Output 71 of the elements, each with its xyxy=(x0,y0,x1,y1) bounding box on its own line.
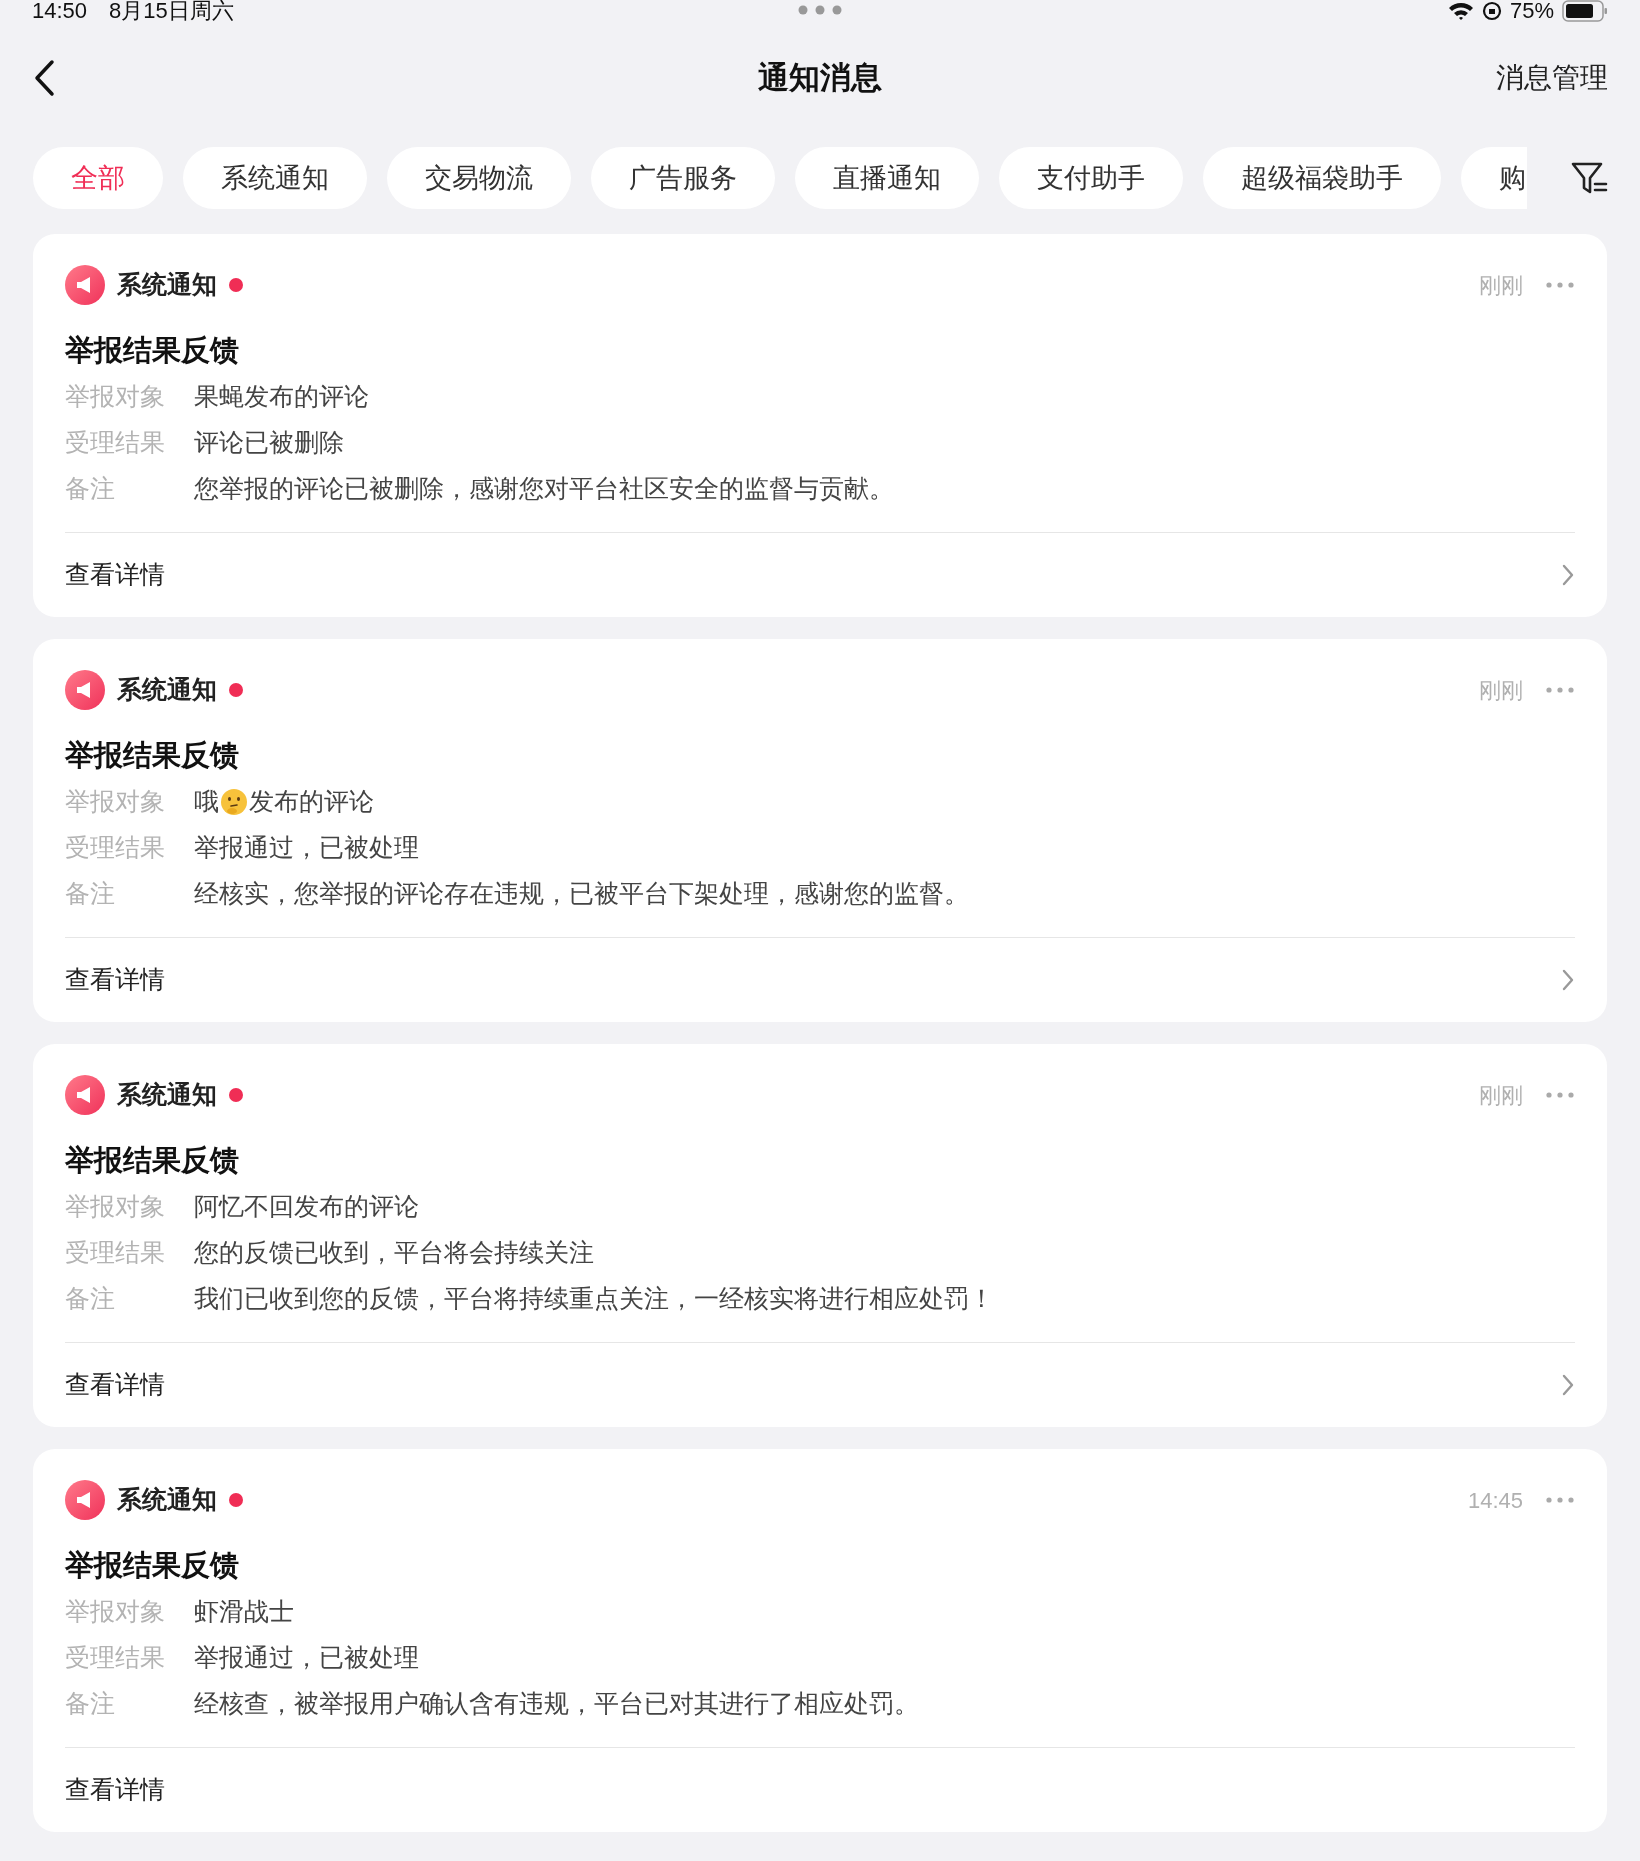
more-icon[interactable] xyxy=(1545,1496,1575,1504)
status-time: 14:50 xyxy=(32,0,88,22)
field-value: 果蝇发布的评论 xyxy=(194,381,369,413)
category-tab[interactable]: 购 xyxy=(1461,147,1527,209)
timestamp: 刚刚 xyxy=(1479,676,1523,705)
category-tab[interactable]: 广告服务 xyxy=(591,147,775,209)
field-value: 我们已收到您的反馈，平台将持续重点关注，一经核实将进行相应处罚！ xyxy=(194,1283,994,1315)
message-settings-link[interactable]: 消息管理 xyxy=(1496,57,1608,99)
view-details-link[interactable]: 查看详情 xyxy=(65,556,165,594)
source-label: 系统通知 xyxy=(117,269,217,301)
wifi-icon xyxy=(1447,1,1474,21)
notification-title: 举报结果反馈 xyxy=(65,738,240,773)
more-icon[interactable] xyxy=(1545,281,1575,289)
notification-card[interactable]: 系统通知 刚刚 举报结果反馈 举报对象 果蝇发布的评论 受理结果 评论已被删除 备注 您举报的评论已被删除，感谢您对平台社区安全的监督与贡献。 查看详情 xyxy=(33,234,1607,617)
megaphone-icon xyxy=(65,265,105,305)
rotation-lock-icon xyxy=(1481,1,1502,21)
status-date: 8月15日周六 xyxy=(109,0,234,22)
more-icon[interactable] xyxy=(1545,1091,1575,1099)
notification-card[interactable]: 系统通知 刚刚 举报结果反馈 举报对象 阿忆不回发布的评论 受理结果 您的反馈已收到，平台将会持续关注 备注 我们已收到您的反馈，平台将持续重点关注，一经核实将进行相应处罚！ 查看详情 xyxy=(33,1044,1607,1427)
category-tab[interactable]: 超级福袋助手 xyxy=(1203,147,1441,209)
view-details-link[interactable]: 查看详情 xyxy=(65,1366,165,1404)
field-value: 阿忆不回发布的评论 xyxy=(194,1191,419,1223)
field-value: 您举报的评论已被删除，感谢您对平台社区安全的监督与贡献。 xyxy=(194,473,894,505)
category-tab[interactable]: 交易物流 xyxy=(387,147,571,209)
timestamp: 14:45 xyxy=(1467,1486,1523,1515)
category-tab[interactable]: 支付助手 xyxy=(999,147,1183,209)
field-label: 举报对象 xyxy=(65,381,166,413)
field-label: 受理结果 xyxy=(65,427,166,459)
field-label: 受理结果 xyxy=(65,832,166,864)
field-value: 举报通过，已被处理 xyxy=(194,832,419,864)
field-value: 哦 发布的评论 xyxy=(194,786,374,818)
megaphone-icon xyxy=(65,1480,105,1520)
category-tab[interactable]: 系统通知 xyxy=(183,147,367,209)
field-label: 备注 xyxy=(65,878,116,910)
multitask-dots-icon[interactable] xyxy=(798,5,842,15)
category-tab[interactable]: 直播通知 xyxy=(795,147,979,209)
field-label: 举报对象 xyxy=(65,1596,166,1628)
field-label: 备注 xyxy=(65,1688,116,1720)
view-details-link[interactable]: 查看详情 xyxy=(65,1771,165,1809)
field-label: 受理结果 xyxy=(65,1642,166,1674)
field-label: 举报对象 xyxy=(65,786,166,818)
thinking-face-icon xyxy=(220,788,248,816)
notification-title: 举报结果反馈 xyxy=(65,1548,240,1583)
battery-icon xyxy=(1562,0,1608,22)
source-label: 系统通知 xyxy=(117,674,217,706)
megaphone-icon xyxy=(65,1075,105,1115)
field-label: 受理结果 xyxy=(65,1237,166,1269)
timestamp: 刚刚 xyxy=(1479,1081,1523,1110)
megaphone-icon xyxy=(65,670,105,710)
field-value: 评论已被删除 xyxy=(194,427,344,459)
more-icon[interactable] xyxy=(1545,686,1575,694)
field-label: 备注 xyxy=(65,473,116,505)
category-tab[interactable]: 全部 xyxy=(33,147,163,209)
notification-title: 举报结果反馈 xyxy=(65,333,240,368)
field-label: 举报对象 xyxy=(65,1191,166,1223)
source-label: 系统通知 xyxy=(117,1484,217,1516)
back-icon[interactable] xyxy=(32,58,56,98)
field-value: 虾滑战士 xyxy=(194,1596,294,1628)
notification-title: 举报结果反馈 xyxy=(65,1143,240,1178)
page-title: 通知消息 xyxy=(758,58,882,97)
notification-card[interactable]: 系统通知 14:45 举报结果反馈 举报对象 虾滑战士 受理结果 举报通过，已被处理 备注 经核查，被举报用户确认含有违规，平台已对其进行了相应处罚。 查看详情 xyxy=(33,1449,1607,1832)
source-label: 系统通知 xyxy=(117,1079,217,1111)
field-value: 举报通过，已被处理 xyxy=(194,1642,419,1674)
field-value: 您的反馈已收到，平台将会持续关注 xyxy=(194,1237,594,1269)
timestamp: 刚刚 xyxy=(1479,271,1523,300)
field-value: 经核实，您举报的评论存在违规，已被平台下架处理，感谢您的监督。 xyxy=(194,878,969,910)
field-value: 经核查，被举报用户确认含有违规，平台已对其进行了相应处罚。 xyxy=(194,1688,919,1720)
field-label: 备注 xyxy=(65,1283,116,1315)
view-details-link[interactable]: 查看详情 xyxy=(65,961,165,999)
battery-percent: 75% xyxy=(1509,0,1554,22)
notification-card[interactable]: 系统通知 刚刚 举报结果反馈 举报对象 哦 发布的评论 受理结果 举报通过，已被处理 备注 经核实，您举报的评论存在违规，已被平台下架处理，感谢您的监督。 查看详情 xyxy=(33,639,1607,1022)
